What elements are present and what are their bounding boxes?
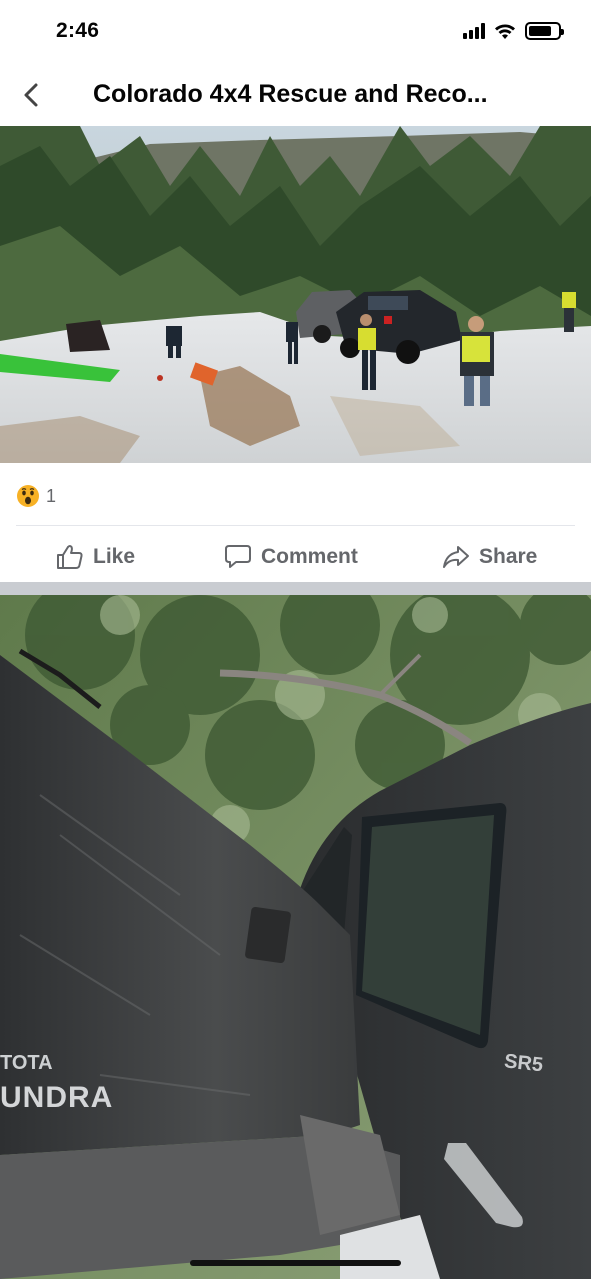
like-label: Like: [93, 545, 136, 568]
status-icons: [463, 22, 564, 40]
reactions-summary[interactable]: 1: [16, 481, 56, 511]
nav-bar: Colorado 4x4 Rescue and Reco...: [0, 64, 591, 126]
like-button[interactable]: Like: [56, 540, 135, 574]
comment-label: Comment: [261, 545, 358, 568]
status-time: 2:46: [56, 19, 100, 42]
badge-line-2: UNDRA: [0, 1081, 113, 1114]
page-title: Colorado 4x4 Rescue and Reco...: [93, 80, 488, 108]
post-photo-rescue-scene[interactable]: [0, 126, 591, 463]
cellular-signal-icon: [463, 23, 485, 39]
home-indicator[interactable]: [190, 1260, 401, 1266]
reaction-count: 1: [46, 485, 57, 506]
thumbs-up-icon: [57, 545, 83, 569]
wow-reaction-icon: [17, 485, 39, 507]
post-actions: Like Comment Share: [0, 530, 591, 582]
wifi-icon: [495, 24, 515, 39]
post-photo-trucks-wedged[interactable]: SR5 TOTA UNDRA: [0, 595, 591, 1279]
comment-button[interactable]: Comment: [224, 540, 358, 574]
feed-separator: [0, 582, 591, 595]
badge-line-1: TOTA: [0, 1052, 53, 1074]
comment-bubble-icon: [225, 545, 251, 568]
chevron-left-icon: [24, 83, 38, 107]
status-bar: 2:46: [0, 0, 591, 64]
battery-icon: [525, 22, 564, 40]
divider: [16, 525, 575, 526]
share-arrow-icon: [443, 546, 469, 568]
trim-badge: SR5: [503, 1050, 544, 1076]
share-button[interactable]: Share: [442, 540, 537, 574]
share-label: Share: [479, 545, 538, 568]
back-button[interactable]: [14, 78, 48, 112]
